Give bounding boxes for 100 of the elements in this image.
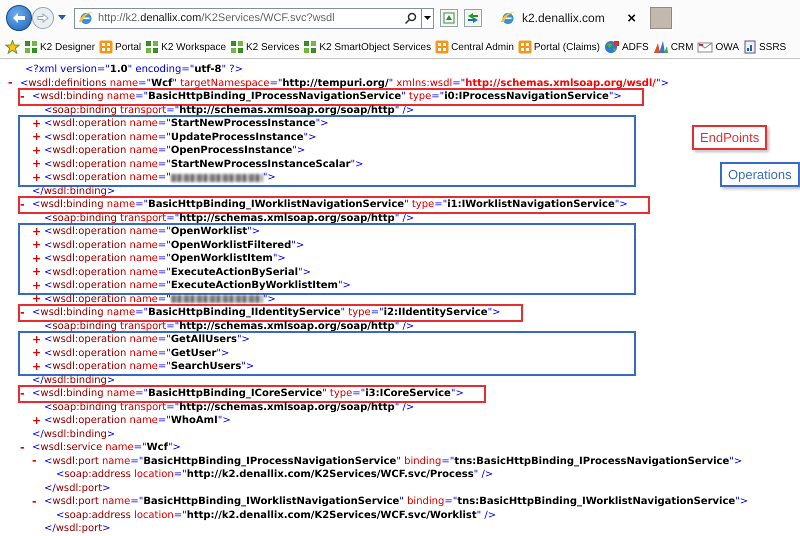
expand-toggle[interactable]: + [32,346,44,360]
xml-line: <wsdl:binding name="BasicHttpBinding_IProcessNavigationService" type="i0:IProcessNavigationService"> [32,91,622,102]
favorite-link[interactable]: K2 Services [230,40,300,54]
favorite-link[interactable]: CRM [652,40,694,54]
collapse-toggle[interactable]: - [20,386,32,401]
envelope-icon [697,40,714,54]
expand-toggle[interactable]: + [32,360,44,374]
favorite-link[interactable]: Portal [99,40,142,54]
xml-line: <wsdl:operation name="ExecuteActionBySerial"> [44,266,312,278]
xml-line: <wsdl:port name="BasicHttpBinding_IProcessNavigationService" binding="tns:BasicHttpBinding_IProcessNavigationService"> [44,456,742,467]
collapse-toggle[interactable]: - [32,494,44,509]
xml-line: <wsdl:operation name="GetAllUsers"> [44,334,250,346]
expand-toggle[interactable]: + [32,252,44,266]
favorites-star-icon[interactable] [5,40,20,54]
endpoints-note: EndPoints [692,125,768,150]
grid-icon [99,40,114,54]
expand-toggle[interactable]: + [32,116,44,131]
xml-line: <wsdl:binding name="BasicHttpBinding_IIdentityService" type="i2:IIdentityService"> [32,307,501,318]
collapse-toggle[interactable]: - [20,198,32,212]
globe-icon [604,40,620,54]
xml-line: <soap:binding transport="http://schemas.xmlsoap.org/soap/http" /> [44,402,414,413]
xml-line: <wsdl:operation name="UpdateProcessInstance"> [44,132,316,143]
favorite-link[interactable]: Portal (Claims) [518,40,600,54]
xml-line: <wsdl:port name="BasicHttpBinding_IWorklistNavigationService" binding="tns:BasicHttpBinding_IWorklistNavigationService"> [44,496,748,508]
refresh-icon [467,12,479,24]
xml-line: <wsdl:operation name="ExecuteActionByWorklistItem"> [44,280,351,292]
xml-line: <wsdl:operation name="OpenWorklistItem"> [44,253,286,264]
search-icon[interactable] [404,12,417,24]
xml-line: <wsdl:operation name="StartNewProcessInstance"> [44,118,329,130]
browser-logo-icon [500,10,516,26]
xml-line: <wsdl:operation name=" "> [44,294,276,305]
xml-line: <wsdl:binding name="BasicHttpBinding_IWorklistNavigationService" type="i1:IWorklistNavigationService"> [32,199,628,210]
back-button[interactable] [6,5,32,31]
expand-toggle[interactable]: + [32,157,44,172]
report-icon [742,40,757,54]
xml-line: <?xml version="1.0" encoding="utf-8" ?> [25,64,243,76]
xml-line: <wsdl:operation name="OpenWorklist"> [44,226,260,238]
history-dropdown-icon[interactable] [58,15,66,21]
expand-toggle[interactable]: + [32,265,44,280]
xml-line: <wsdl:operation name="OpenProcessInstance"> [44,145,306,156]
favorite-link[interactable]: K2 SmartObject Services [303,40,432,54]
xml-line: <wsdl:operation name="GetUser"> [44,348,230,359]
expand-toggle[interactable]: + [32,332,44,347]
xml-line: <wsdl:operation name="WhoAmI"> [44,415,231,426]
favorite-link[interactable]: K2 Designer [24,40,96,54]
address-field[interactable]: http://k2.denallix.com/K2Services/WCF.svc?wsdl [74,8,434,28]
expand-toggle[interactable]: + [32,238,44,252]
favorite-link[interactable]: OWA [697,40,739,54]
close-tab-button[interactable]: × [627,10,636,26]
collapse-toggle[interactable]: - [20,440,32,455]
xml-line: <soap:binding transport="http://schemas.xmlsoap.org/soap/http" /> [44,212,414,224]
xml-line: <soap:address location="http://k2.denallix.com/K2Services/WCF.svc/Worklist" /> [56,510,496,521]
expand-toggle[interactable]: + [32,414,44,428]
grid-icon [518,40,532,54]
operations-note: Operations [720,162,800,187]
xml-line: <wsdl:operation name="OpenWorklistFiltered"> [44,240,304,251]
xml-line: <soap:binding transport="http://schemas.xmlsoap.org/soap/http" /> [44,104,414,116]
expand-toggle[interactable]: + [32,130,44,144]
collapse-toggle[interactable]: - [20,306,32,320]
xml-line: </wsdl:port> [44,523,111,534]
xml-line: <soap:binding transport="http://schemas.xmlsoap.org/soap/http" /> [44,320,414,332]
xml-line: </wsdl:binding> [32,374,116,386]
favorite-link[interactable]: SSRS [742,40,786,54]
caret-icon [424,16,431,20]
grid-icon [435,40,450,54]
tab-title: k2.denallix.com [522,11,606,25]
address-dropdown[interactable] [421,8,433,28]
xml-line: </wsdl:binding> [32,428,116,440]
back-arrow-icon [12,12,26,24]
favorite-link[interactable]: ADFS [604,40,649,54]
collapse-toggle[interactable]: - [32,454,44,468]
expand-toggle[interactable]: + [32,170,44,185]
squares-icon [230,40,244,54]
squares-icon [24,40,38,54]
xml-line: </wsdl:binding> [32,186,116,197]
squares-icon [145,40,160,54]
expand-toggle[interactable]: + [32,278,44,293]
favorite-link[interactable]: K2 Workspace [145,40,226,54]
collapse-toggle[interactable]: - [20,90,32,104]
xml-line: <wsdl:definitions name="Wcf" targetNamespace="http://tempuri.org/" xmlns:wsdl="http://schemas.xmlsoap.org/wsdl/"> [20,78,669,89]
chart-icon [652,40,669,54]
xml-line: <wsdl:operation name="SearchUsers"> [44,361,254,372]
collapse-toggle[interactable]: - [8,76,20,90]
url-text: http://k2.denallix.com/K2Services/WCF.svc?wsdl [98,12,336,24]
xml-line: <soap:address location="http://k2.denallix.com/K2Services/WCF.svc/Process" /> [56,469,494,480]
page-icon [443,12,455,24]
expand-toggle[interactable]: + [32,224,44,239]
browser-logo-icon [78,10,94,26]
xml-line: <wsdl:operation name="StartNewProcessInstanceScalar"> [44,158,364,170]
refresh-button[interactable] [464,9,482,27]
xml-line: <wsdl:service name="Wcf"> [32,442,181,454]
xml-line: <wsdl:operation name=" "> [44,172,276,184]
favorite-link[interactable]: Central Admin [435,40,514,54]
xml-line: </wsdl:port> [44,482,111,494]
forward-arrow-icon [37,13,49,23]
expand-toggle[interactable]: + [32,292,44,306]
expand-toggle[interactable]: + [32,144,44,158]
squares-icon [303,40,318,54]
xml-line: <wsdl:binding name="BasicHttpBinding_ICoreService" type="i3:ICoreService"> [32,388,464,400]
compatibility-view-button[interactable] [440,9,458,27]
